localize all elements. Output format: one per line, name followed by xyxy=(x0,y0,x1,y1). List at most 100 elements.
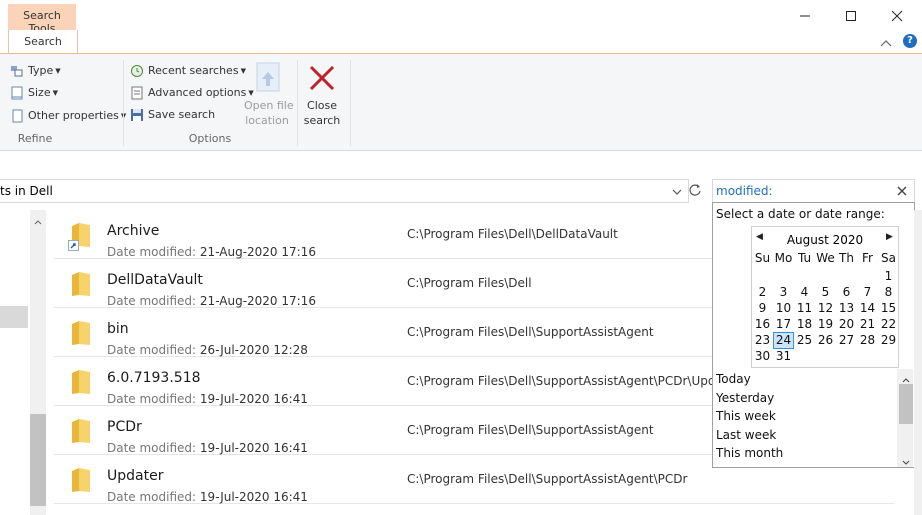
refresh-button[interactable] xyxy=(688,183,704,199)
triangle-right-icon: ▶ xyxy=(886,232,893,242)
file-date: Date modified: 19-Jul-2020 16:41 xyxy=(107,490,308,504)
calendar-day[interactable]: 11 xyxy=(794,301,815,315)
calendar-day[interactable]: 31 xyxy=(773,349,794,363)
address-dropdown-button[interactable] xyxy=(672,185,682,199)
recent-searches-button[interactable]: Recent searches ▼ xyxy=(130,64,246,78)
calendar-day[interactable]: 23 xyxy=(752,333,773,347)
date-picker-dropdown: Select a date or date range: ◀ August 20… xyxy=(712,202,915,468)
file-name: Updater xyxy=(107,468,164,484)
ribbon-separator xyxy=(123,60,124,146)
type-label: Type xyxy=(28,64,54,77)
file-path: C:\Program Files\Dell\SupportAssistAgent xyxy=(407,325,654,339)
recent-searches-label: Recent searches xyxy=(148,64,239,77)
calendar-day[interactable]: 2 xyxy=(752,285,773,299)
calendar-day[interactable]: 4 xyxy=(794,285,815,299)
tab-search[interactable]: Search xyxy=(8,30,78,54)
folder-icon xyxy=(72,419,90,443)
picker-scroll-down[interactable] xyxy=(902,455,910,469)
quick-range-item[interactable]: Last week xyxy=(716,428,776,442)
calendar-day[interactable]: 18 xyxy=(794,317,815,331)
calendar-day[interactable]: 8 xyxy=(878,285,899,299)
options-group-label: Options xyxy=(188,132,232,145)
collapse-ribbon-button[interactable] xyxy=(880,36,892,50)
calendar-day[interactable]: 15 xyxy=(878,301,899,315)
close-search-line2: search xyxy=(303,114,341,127)
open-file-location-button[interactable]: Open file location xyxy=(244,98,294,128)
advanced-options-button[interactable]: Advanced options ▼ xyxy=(130,86,254,100)
picker-scroll-up[interactable] xyxy=(902,372,910,386)
calendar-day[interactable]: 13 xyxy=(836,301,857,315)
address-bar[interactable]: ts in Dell xyxy=(0,179,689,203)
help-icon: ? xyxy=(907,35,913,46)
file-path: C:\Program Files\Dell\SupportAssistAgent… xyxy=(407,374,740,388)
calendar-day[interactable]: 3 xyxy=(773,285,794,299)
next-month-button[interactable]: ▶ xyxy=(886,232,893,242)
close-search-button[interactable]: Close search xyxy=(300,98,344,128)
date-modified-label: Date modified: xyxy=(107,343,197,357)
close-window-button[interactable] xyxy=(874,0,920,30)
calendar-day[interactable]: 6 xyxy=(836,285,857,299)
file-list-scrollbar[interactable] xyxy=(914,210,922,515)
calendar-day[interactable]: 21 xyxy=(857,317,878,331)
calendar-month[interactable]: August 2020 xyxy=(752,233,898,247)
type-button[interactable]: Type ▼ xyxy=(10,64,61,78)
quick-range-item[interactable]: Today xyxy=(716,372,751,386)
date-modified-label: Date modified: xyxy=(107,294,197,308)
properties-icon xyxy=(12,109,23,123)
file-name: PCDr xyxy=(107,419,142,435)
file-path: C:\Program Files\Dell xyxy=(407,276,532,290)
weekday-header: Mo xyxy=(774,251,793,265)
calendar-day[interactable]: 30 xyxy=(752,349,773,363)
weekday-header: Sa xyxy=(881,251,896,265)
calendar-day[interactable]: 12 xyxy=(815,301,836,315)
navigation-scroll-thumb[interactable] xyxy=(30,414,46,506)
file-name: 6.0.7193.518 xyxy=(107,370,201,386)
calendar-day[interactable]: 14 xyxy=(857,301,878,315)
calendar-day[interactable]: 5 xyxy=(815,285,836,299)
file-date: Date modified: 21-Aug-2020 17:16 xyxy=(107,294,316,308)
size-button[interactable]: Size ▼ xyxy=(10,86,58,100)
weekday-header: We xyxy=(816,251,835,265)
calendar-day[interactable]: 9 xyxy=(752,301,773,315)
chevron-down-icon xyxy=(672,189,682,195)
calendar-day[interactable]: 22 xyxy=(878,317,899,331)
quick-range-list: Today Yesterday This week Last week This mon… xyxy=(713,369,897,467)
close-icon xyxy=(891,10,903,21)
calendar-day[interactable]: 17 xyxy=(773,317,794,331)
calendar-day[interactable]: 26 xyxy=(815,333,836,347)
calendar-day[interactable]: 16 xyxy=(752,317,773,331)
calendar-day[interactable]: 24 xyxy=(773,333,794,347)
quick-range-item[interactable]: Yesterday xyxy=(716,391,774,405)
calendar-day[interactable]: 10 xyxy=(773,301,794,315)
calendar-day[interactable]: 29 xyxy=(878,333,899,347)
picker-scroll-thumb[interactable] xyxy=(899,384,913,424)
other-properties-label: Other properties xyxy=(28,109,119,122)
advanced-options-icon xyxy=(131,86,143,100)
quick-range-item[interactable]: This week xyxy=(716,409,776,423)
calendar-day[interactable]: 19 xyxy=(815,317,836,331)
calendar-day[interactable]: 25 xyxy=(794,333,815,347)
help-button[interactable]: ? xyxy=(903,34,917,48)
minimize-icon xyxy=(800,15,810,16)
maximize-button[interactable] xyxy=(828,0,874,30)
calendar-day[interactable]: 1 xyxy=(878,269,899,283)
save-search-button[interactable]: Save search xyxy=(130,108,215,122)
calendar-day[interactable]: 7 xyxy=(857,285,878,299)
date-modified-value: 26-Jul-2020 12:28 xyxy=(199,343,308,357)
open-file-location-line1: Open file xyxy=(244,99,294,112)
calendar-day[interactable]: 28 xyxy=(857,333,878,347)
other-properties-button[interactable]: Other properties▼ xyxy=(10,109,126,123)
scroll-up-arrow[interactable] xyxy=(34,214,42,228)
clear-search-button[interactable] xyxy=(897,185,907,199)
file-name: DellDataVault xyxy=(107,272,203,288)
search-input[interactable]: modified: xyxy=(712,179,915,203)
date-modified-value: 19-Jul-2020 16:41 xyxy=(199,392,308,406)
save-search-label: Save search xyxy=(148,108,216,121)
quick-range-item[interactable]: This month xyxy=(716,446,783,460)
file-date: Date modified: 21-Aug-2020 17:16 xyxy=(107,245,316,259)
navigation-selected-item[interactable] xyxy=(0,306,28,328)
calendar-day[interactable]: 27 xyxy=(836,333,857,347)
calendar-day[interactable]: 20 xyxy=(836,317,857,331)
minimize-button[interactable] xyxy=(782,0,828,30)
date-modified-value: 19-Jul-2020 16:41 xyxy=(199,490,308,504)
